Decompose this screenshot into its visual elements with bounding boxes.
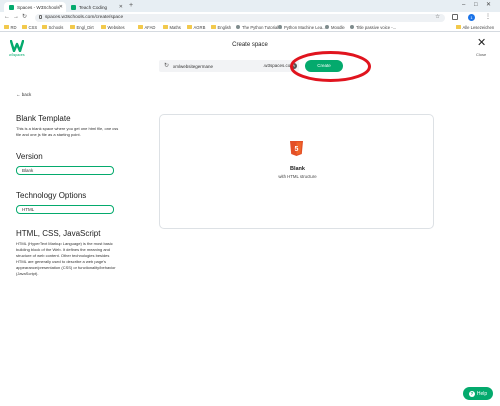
card-title: Blank [290,166,305,172]
browser-tab-strip: Spaces - W3Schools ✕ Teach Coding ✕ + – … [0,0,500,12]
url-text: spaces.w3schools.com/create/space [45,15,124,20]
maximize-icon[interactable]: □ [474,1,478,9]
stack-title: HTML, CSS, JavaScript [16,229,101,238]
tab-title: Spaces - W3Schools [17,4,60,10]
tab-close-icon[interactable]: ✕ [59,4,63,10]
help-label: Help [476,390,488,397]
version-title: Version [16,152,43,161]
bookmark-item[interactable]: Websites [101,25,125,30]
bookmark-item[interactable]: Schools [42,25,63,30]
help-icon: ? [468,390,475,397]
reload-icon[interactable]: ↻ [22,14,27,21]
lock-icon [39,15,42,19]
help-button[interactable]: ? Help [463,387,493,400]
html5-badge-text: 5 [295,146,299,153]
folder-icon [101,25,106,29]
domain-suffix: .w3spaces.com [263,63,295,68]
menu-dots-icon[interactable]: ⋮ [485,14,491,21]
folder-icon [163,25,168,29]
logo-subtitle: w3spaces [9,53,25,57]
bookmark-item[interactable]: CSS [22,25,37,30]
bookmark-item[interactable]: Moodle [325,25,345,30]
bookmark-item[interactable]: RD [4,25,17,30]
address-bar: ← → ↻ spaces.w3schools.com/create/space … [0,12,500,23]
tab-close-icon[interactable]: ✕ [119,4,123,10]
bookmark-item[interactable]: English [211,25,231,30]
html5-icon: 5 [290,141,303,156]
window-close-icon[interactable]: ✕ [486,1,491,9]
version-select[interactable]: Blank [16,166,114,175]
space-name-field: ↻ .w3spaces.com ✎ [159,60,299,72]
bookmark-item[interactable]: AFAD [138,25,155,30]
template-description: This is a blank space where you get one … [16,126,119,137]
site-icon [236,25,240,29]
technology-options-title: Technology Options [16,191,87,200]
star-icon[interactable]: ☆ [435,14,440,20]
tab-title: Teach Coding [79,4,108,10]
site-icon [278,25,282,29]
close-icon[interactable]: ✕ [477,38,486,49]
stack-description: HTML (HyperText Markup Language) is the … [16,241,116,276]
back-link[interactable]: ← back [16,92,31,97]
browser-tab-teach-coding[interactable]: Teach Coding ✕ [66,2,126,12]
folder-icon [211,25,216,29]
w3schools-favicon-icon [9,4,14,10]
folder-icon [456,25,461,29]
space-name-input[interactable] [173,62,253,70]
create-button[interactable]: Create [305,60,343,72]
bookmark-item[interactable]: Title passive voice -... [350,25,396,30]
bookmark-item[interactable]: The Python Tutorial... [236,25,282,30]
template-card-blank[interactable]: 5 Blank with HTML structure [159,114,434,229]
browser-tab-spaces[interactable]: Spaces - W3Schools ✕ [4,2,66,12]
folder-icon [22,25,27,29]
extensions-icon[interactable] [452,14,458,20]
bookmark-item[interactable]: Engl_Dirt [70,25,94,30]
folder-icon [138,25,143,29]
template-title: Blank Template [16,114,71,123]
site-icon [350,25,354,29]
new-tab-icon[interactable]: + [129,2,133,10]
bookmarks-bar: RD CSS Schools Engl_Dirt Websites AFAD M… [0,23,500,32]
folder-icon [70,25,75,29]
bookmark-item[interactable]: Python Machine Lea... [278,25,326,30]
forward-arrow-icon[interactable]: → [13,14,19,21]
w3schools-favicon-icon [71,4,76,10]
refresh-icon[interactable]: ↻ [164,62,169,70]
url-field[interactable]: spaces.w3schools.com/create/space ☆ [35,13,445,22]
all-bookmarks[interactable]: Alle Lesezeichen [456,25,494,30]
folder-icon [4,25,9,29]
page-title: Create space [232,42,268,48]
folder-icon [187,25,192,29]
pencil-icon[interactable]: ✎ [291,63,297,69]
bookmark-item[interactable]: AGRB [187,25,205,30]
close-label[interactable]: Close [476,52,486,57]
back-arrow-icon[interactable]: ← [4,14,10,21]
card-subtitle: with HTML structure [278,174,317,179]
folder-icon [42,25,47,29]
minimize-icon[interactable]: – [462,1,465,9]
site-icon [325,25,329,29]
profile-avatar[interactable]: 1 [468,13,475,21]
bookmark-item[interactable]: Maths [163,25,181,30]
technology-select[interactable]: HTML [16,205,114,214]
